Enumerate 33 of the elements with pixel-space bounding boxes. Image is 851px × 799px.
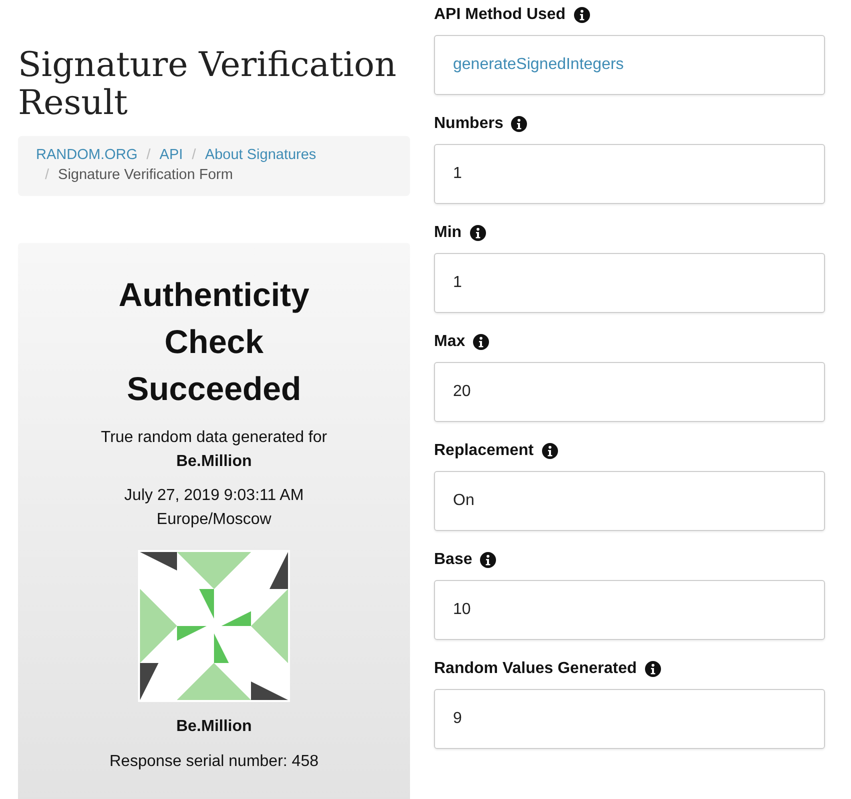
breadcrumb-separator: /: [146, 146, 151, 165]
output-field[interactable]: 1: [434, 144, 825, 204]
generated-for-text: True random data generated for: [100, 428, 328, 448]
output-field[interactable]: 20: [434, 362, 825, 422]
field-label: Max: [434, 333, 466, 351]
user-name: Be.Million: [176, 452, 252, 472]
output-field[interactable]: 9: [434, 689, 825, 749]
page-title: Signature Verification Result: [18, 46, 398, 122]
breadcrumb-separator: /: [192, 146, 196, 165]
output-field[interactable]: generateSignedIntegers: [434, 35, 825, 95]
field-label: Numbers: [434, 115, 504, 133]
info-icon[interactable]: [470, 225, 486, 241]
info-icon[interactable]: [480, 552, 496, 568]
breadcrumb-separator: /: [45, 166, 50, 185]
field-label: Replacement: [434, 442, 534, 460]
info-icon[interactable]: [644, 661, 661, 677]
field-label: API Method Used: [434, 6, 566, 24]
field-label: Random Values Generated: [434, 660, 637, 678]
info-icon[interactable]: [542, 443, 558, 459]
timezone: Europe/Moscow: [156, 510, 272, 530]
user-name: Be.Million: [176, 717, 252, 737]
output-field[interactable]: On: [434, 471, 825, 531]
serial-number: Response serial number: 458: [109, 752, 318, 772]
timestamp: July 27, 2019 9:03:11 AM: [124, 486, 304, 506]
info-icon[interactable]: [473, 334, 490, 350]
info-icon[interactable]: [574, 7, 590, 23]
output-field[interactable]: 10: [434, 580, 825, 640]
field-label: Base: [434, 551, 472, 569]
breadcrumb-current: Signature Verification Form: [58, 166, 233, 185]
result-heading: Authenticity Check Succeeded: [118, 275, 310, 409]
info-icon[interactable]: [511, 116, 528, 132]
field-label: Min: [434, 224, 462, 242]
output-field[interactable]: 1: [434, 253, 825, 313]
